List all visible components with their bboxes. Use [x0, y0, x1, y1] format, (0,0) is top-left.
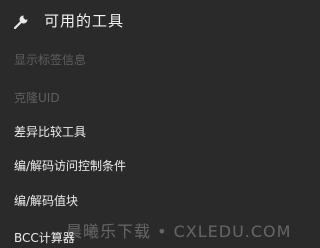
- wrench-icon: [12, 11, 32, 31]
- tools-screen: 可用的工具 显示标签信息 克隆UID 差异比较工具 编/解码访问控制条件 编/解…: [0, 0, 297, 248]
- menu-item-show-tag-info: 显示标签信息: [14, 53, 87, 67]
- menu-item-clone-uid: 克隆UID: [14, 91, 60, 105]
- tools-header: 可用的工具: [0, 0, 297, 42]
- watermark: 晨曦乐下载 • CXLEDU.COM: [66, 222, 292, 241]
- menu-item-value-block[interactable]: 编/解码值块: [14, 192, 78, 209]
- menu-item-access-conditions[interactable]: 编/解码访问控制条件: [14, 157, 126, 174]
- page-title: 可用的工具: [44, 12, 125, 30]
- menu-item-diff-tool[interactable]: 差异比较工具: [14, 123, 86, 140]
